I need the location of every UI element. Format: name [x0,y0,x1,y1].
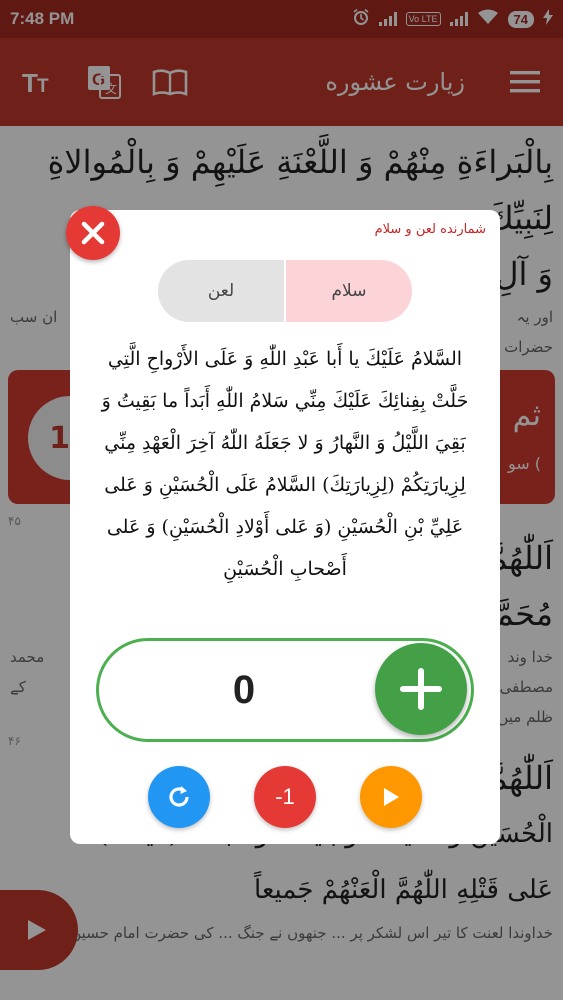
refresh-icon [169,786,189,807]
salam-text: السَّلامُ عَلَيْكَ يا أَبا عَبْدِ اللّٰه… [101,348,469,580]
tab-salam[interactable]: سلام [286,260,412,322]
increment-button[interactable] [375,643,467,735]
plus-icon [400,668,442,710]
counter-value: 0 [232,667,256,712]
dialog-title: شمارنده لعن و سلام [374,222,486,237]
close-icon [81,221,105,245]
counter-pill: 0 [96,638,474,742]
close-button[interactable] [66,206,120,260]
mode-toggle: لعن سلام [158,260,412,322]
play-button[interactable] [360,766,422,828]
decrement-button[interactable]: -1 [254,766,316,828]
tab-laan[interactable]: لعن [158,260,284,322]
counter-dialog: شمارنده لعن و سلام لعن سلام السَّلامُ عَ… [66,206,500,844]
play-icon [384,788,399,806]
reset-button[interactable] [148,766,210,828]
